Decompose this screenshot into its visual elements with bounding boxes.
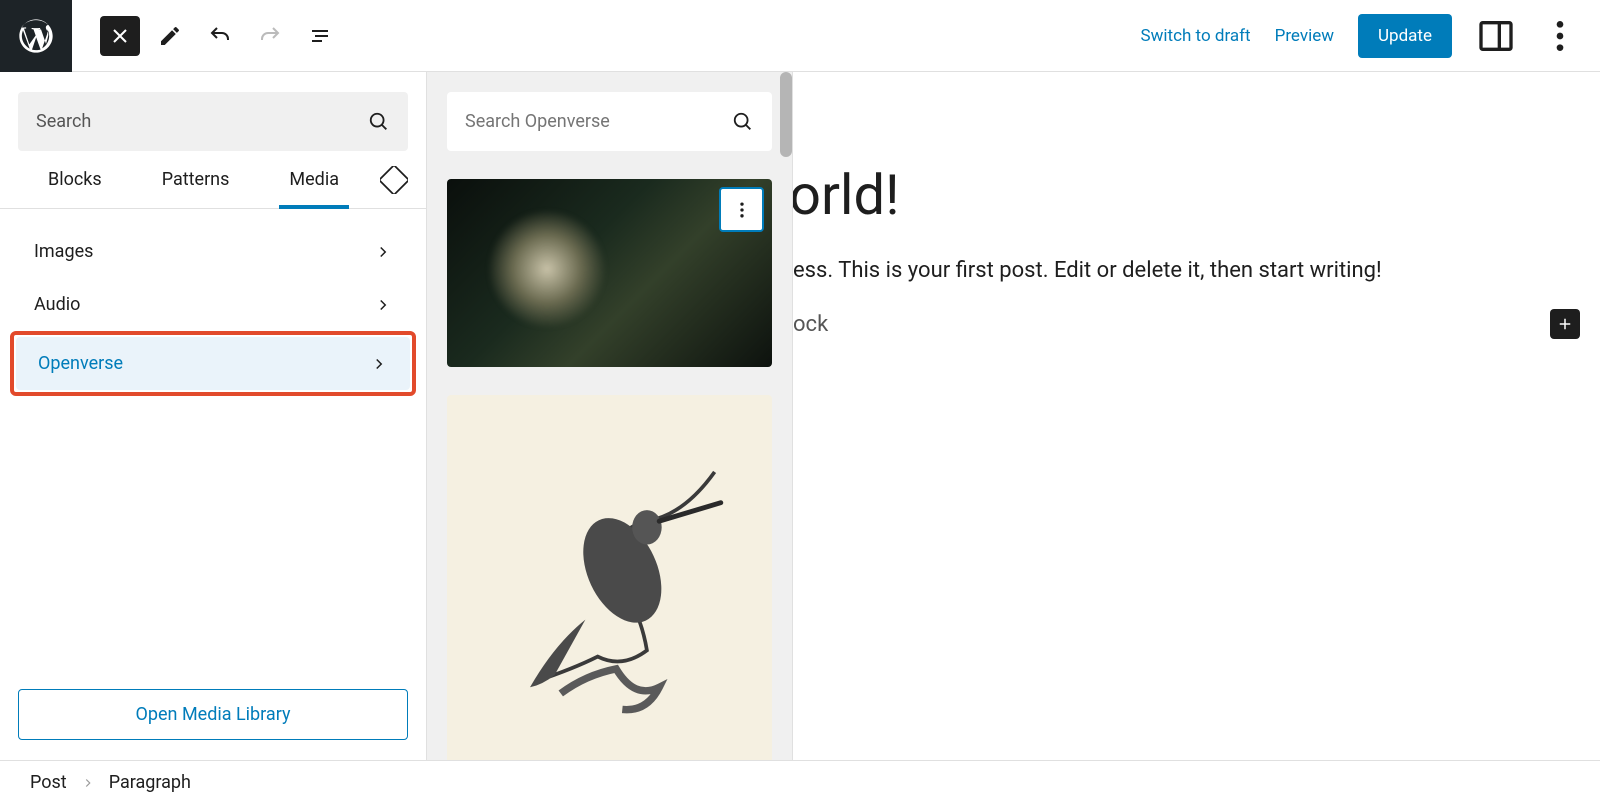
media-categories: Images Audio Openverse (0, 209, 426, 412)
inserter-search-input[interactable] (36, 111, 368, 132)
tab-blocks[interactable]: Blocks (18, 151, 132, 208)
settings-sidebar-toggle[interactable] (1476, 16, 1516, 56)
plus-icon (1556, 315, 1574, 333)
close-icon (108, 24, 132, 48)
redo-button[interactable] (250, 16, 290, 56)
chevron-right-icon (374, 296, 392, 314)
media-cat-label: Images (34, 241, 93, 262)
openverse-results-panel (427, 72, 793, 760)
block-inserter-panel: Blocks Patterns Media Images Audio Openv… (0, 72, 427, 760)
chevron-right-icon (374, 243, 392, 261)
more-vertical-icon (1540, 16, 1580, 56)
undo-icon (208, 24, 232, 48)
openverse-search-input[interactable] (465, 111, 732, 132)
top-toolbar: Switch to draft Preview Update (0, 0, 1600, 72)
scrollbar[interactable] (780, 72, 792, 157)
block-breadcrumb: Post Paragraph (0, 760, 1600, 804)
document-overview-button[interactable] (300, 16, 340, 56)
chevron-right-icon (370, 355, 388, 373)
openverse-result-1[interactable] (447, 179, 772, 367)
highlight-annotation: Openverse (10, 331, 416, 396)
redo-icon (258, 24, 282, 48)
undo-button[interactable] (200, 16, 240, 56)
close-inserter-button[interactable] (100, 16, 140, 56)
top-left-tools (72, 16, 340, 56)
editor-canvas[interactable]: orld! ess. This is your first post. Edit… (793, 72, 1600, 760)
tab-media[interactable]: Media (259, 151, 369, 208)
breadcrumb-root[interactable]: Post (30, 772, 67, 793)
search-icon (368, 111, 390, 133)
bird-illustration-icon (480, 435, 740, 755)
search-icon (732, 111, 754, 133)
openverse-search[interactable] (447, 92, 772, 151)
workspace: Blocks Patterns Media Images Audio Openv… (0, 72, 1600, 760)
post-paragraph[interactable]: ess. This is your first post. Edit or de… (793, 258, 1600, 283)
inserter-search[interactable] (18, 92, 408, 151)
media-cat-audio[interactable]: Audio (12, 278, 414, 331)
more-vertical-icon (732, 200, 752, 220)
wordpress-icon (16, 16, 56, 56)
media-cat-label: Openverse (38, 353, 123, 374)
open-media-library-button[interactable]: Open Media Library (18, 689, 408, 740)
tab-patterns[interactable]: Patterns (132, 151, 260, 208)
switch-to-draft-button[interactable]: Switch to draft (1141, 26, 1251, 46)
update-button[interactable]: Update (1358, 14, 1452, 58)
explore-icon[interactable] (380, 166, 408, 194)
sidebar-icon (1476, 16, 1516, 56)
media-cat-openverse[interactable]: Openverse (16, 337, 410, 390)
list-view-icon (308, 24, 332, 48)
top-right-tools: Switch to draft Preview Update (1141, 14, 1600, 58)
tools-button[interactable] (150, 16, 190, 56)
chevron-right-icon (81, 776, 95, 790)
add-block-button[interactable] (1550, 309, 1580, 339)
options-button[interactable] (1540, 16, 1580, 56)
wordpress-logo[interactable] (0, 0, 72, 72)
preview-button[interactable]: Preview (1275, 26, 1334, 46)
result-options-button[interactable] (719, 187, 764, 232)
post-title[interactable]: orld! (793, 162, 1600, 228)
openverse-result-2[interactable] (447, 395, 772, 760)
pencil-icon (158, 24, 182, 48)
block-appender[interactable]: ock (793, 309, 1600, 339)
media-cat-images[interactable]: Images (12, 225, 414, 278)
inserter-tabs: Blocks Patterns Media (0, 151, 426, 209)
breadcrumb-current[interactable]: Paragraph (109, 772, 191, 793)
media-cat-label: Audio (34, 294, 80, 315)
block-appender-label: ock (793, 312, 828, 337)
